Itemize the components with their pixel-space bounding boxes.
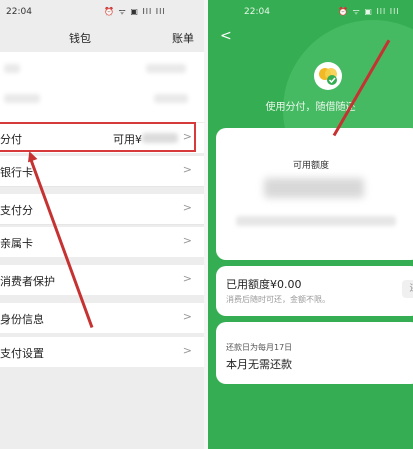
- page-title: 钱包: [69, 32, 91, 45]
- blurred-text: [4, 94, 40, 103]
- status-icons: ⏰ ᯤ ▣ Ill Ill: [104, 7, 166, 16]
- wallet-summary-card: [0, 52, 204, 122]
- used-credit-note: 消费后随时可还，金额不限。: [226, 295, 330, 304]
- blurred-text: [236, 216, 396, 226]
- fenfu-logo-icon: [314, 62, 342, 90]
- chevron-right-icon: >: [182, 344, 192, 357]
- divider: [0, 186, 204, 187]
- used-credit-panel: 已用额度¥0.00 消费后随时可还，金额不限。 还: [216, 266, 413, 316]
- chevron-right-icon: >: [182, 234, 192, 247]
- credit-card-panel: 可用额度: [216, 128, 413, 260]
- repayment-day-label: 还款日为每月17日: [226, 343, 293, 352]
- list-item-label: 银行卡: [0, 166, 33, 179]
- chevron-right-icon: >: [182, 201, 192, 214]
- used-credit-label: 已用额度¥0.00: [226, 278, 302, 291]
- status-time: 22:04: [6, 7, 32, 17]
- panel-divider: [204, 0, 208, 449]
- blurred-text: [146, 64, 186, 73]
- list-item-label: 消费者保护: [0, 275, 55, 288]
- chevron-right-icon: >: [182, 272, 192, 285]
- blurred-text: [4, 64, 20, 73]
- chevron-right-icon: >: [182, 310, 192, 323]
- blurred-text: [154, 94, 188, 103]
- available-credit-title: 可用额度: [292, 161, 329, 171]
- list-item-label: 支付分: [0, 204, 33, 217]
- chevron-right-icon: >: [182, 163, 192, 176]
- repayment-panel: 还款日为每月17日 本月无需还款: [216, 322, 413, 384]
- repay-button[interactable]: 还: [402, 280, 413, 298]
- bill-button[interactable]: 账单: [172, 30, 194, 46]
- repayment-status: 本月无需还款: [226, 358, 292, 371]
- highlight-box: [0, 122, 196, 152]
- list-item-label: 支付设置: [0, 347, 44, 360]
- list-item-label: 亲属卡: [0, 237, 33, 250]
- list-item-consumer-protection[interactable]: 消费者保护 >: [0, 265, 204, 295]
- divider: [0, 224, 204, 225]
- fenfu-screen: 22:04 ⏰ ᯤ ▣ Ill Ill < 使用分付，随借随还 可用额度 已用额…: [208, 0, 413, 449]
- list-item-payment-settings[interactable]: 支付设置 >: [0, 337, 204, 367]
- status-icons: ⏰ ᯤ ▣ Ill Ill: [338, 7, 400, 16]
- back-icon[interactable]: <: [220, 28, 232, 44]
- slogan: 使用分付，随借随还: [265, 102, 356, 113]
- blurred-amount: [264, 178, 364, 198]
- list-item-label: 身份信息: [0, 313, 44, 326]
- status-time: 22:04: [244, 7, 270, 17]
- list-item-payscore[interactable]: 支付分 >: [0, 194, 204, 224]
- list-item-identity-info[interactable]: 身份信息 >: [0, 303, 204, 333]
- list-item-family-card[interactable]: 亲属卡 >: [0, 227, 204, 257]
- wallet-screen: 22:04 ⏰ ᯤ ▣ Ill Ill 钱包 账单 分付 可用¥ > 银行卡 >…: [0, 0, 204, 449]
